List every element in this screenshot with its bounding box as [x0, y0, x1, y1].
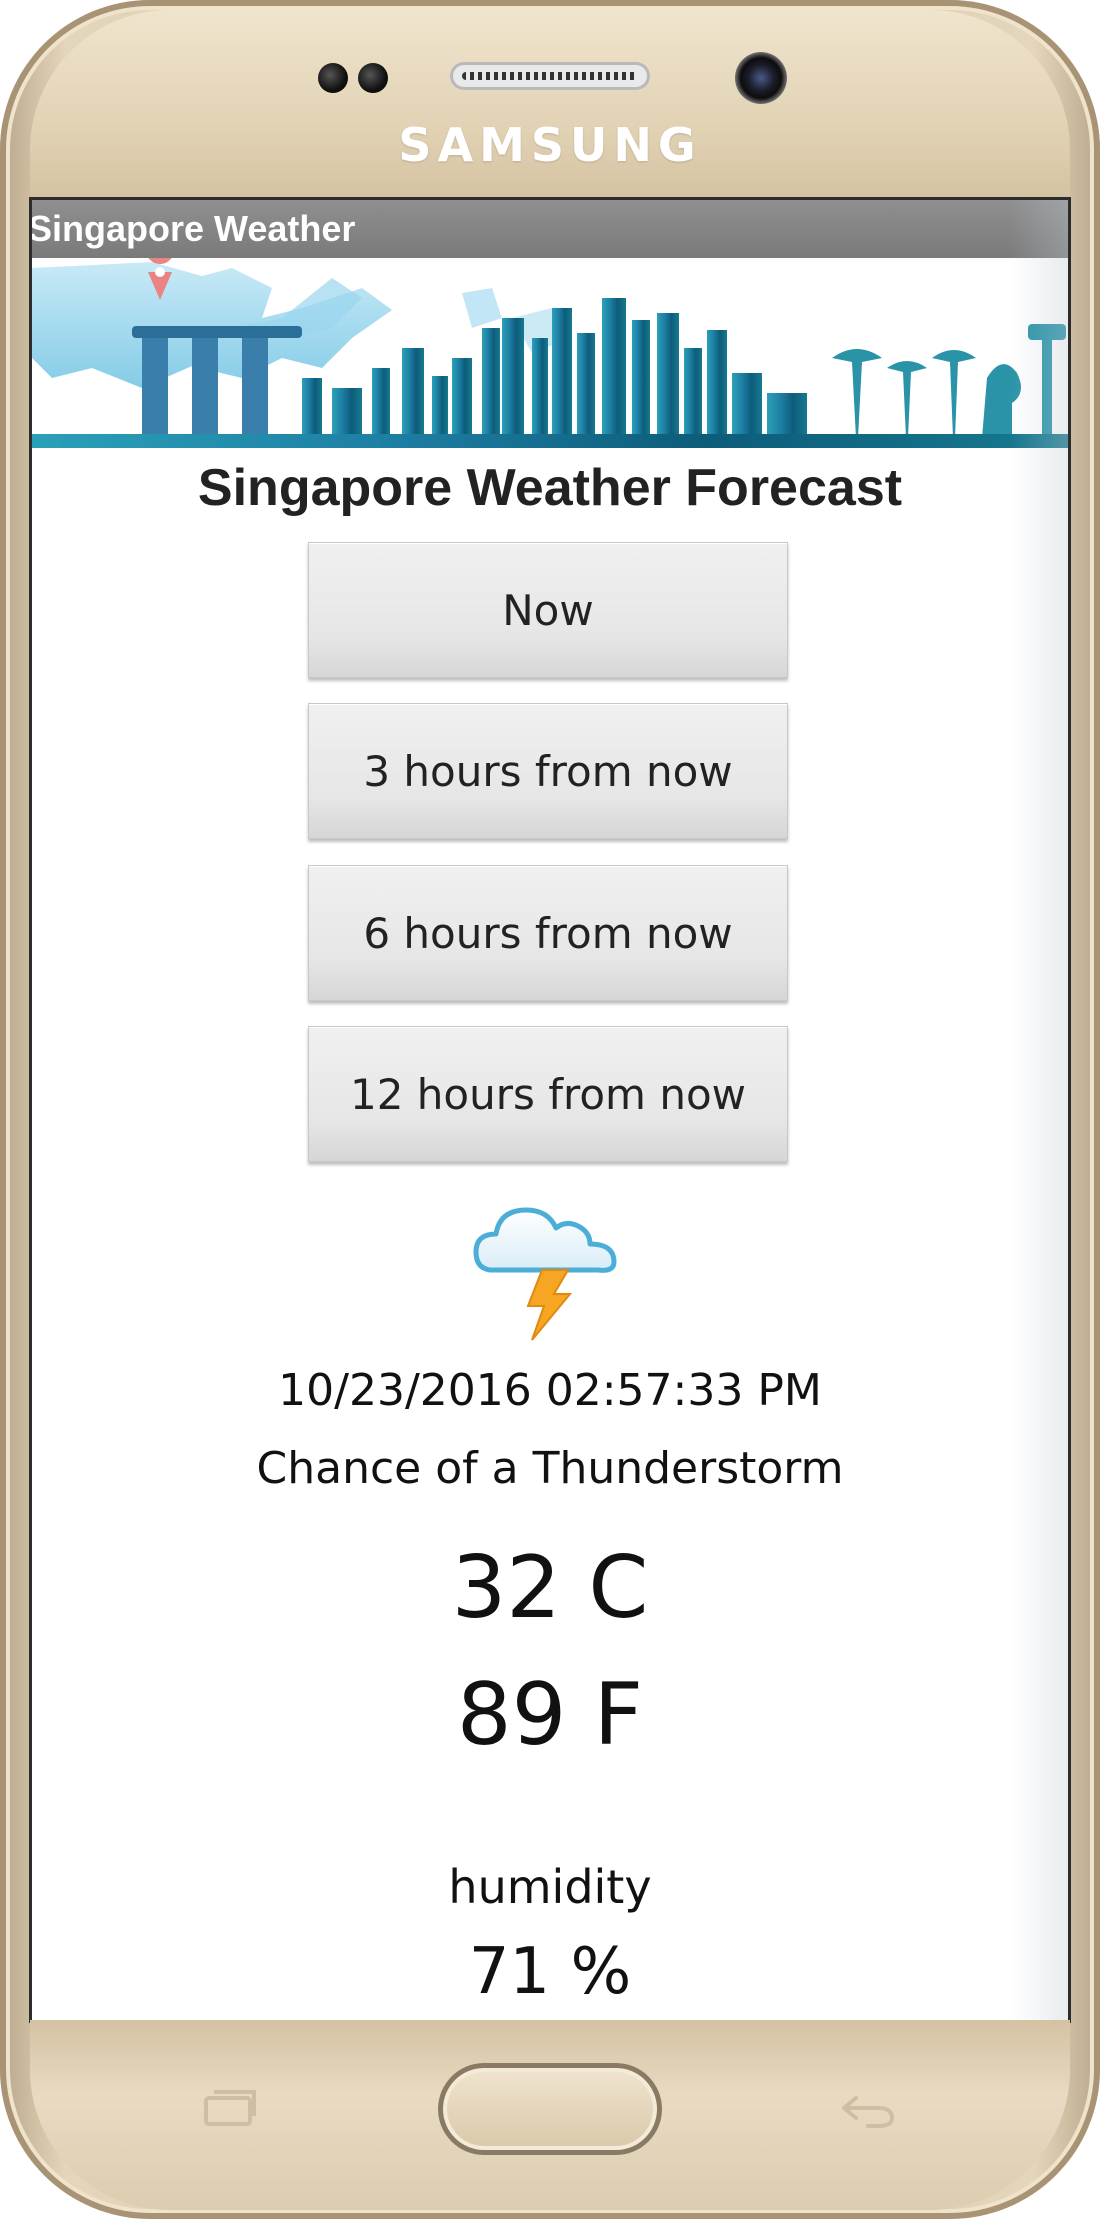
sensor-icon	[318, 63, 348, 93]
page-title: Singapore Weather Forecast	[197, 459, 903, 517]
sensor-icon	[358, 63, 388, 93]
back-icon[interactable]	[838, 2088, 898, 2128]
forecast-condition: Chance of a Thunderstorm	[256, 1443, 844, 1494]
phone-top-bezel	[30, 10, 1070, 210]
front-camera-icon	[735, 52, 787, 104]
twelve-hours-button[interactable]: 12 hours from now	[308, 1026, 788, 1162]
temperature-fahrenheit: 89 F	[456, 1665, 644, 1765]
device-brand-logo: SAMSUNG	[398, 118, 702, 172]
singapore-skyline-banner	[32, 258, 1068, 448]
thunderstorm-icon	[473, 1207, 617, 1341]
earpiece-speaker	[450, 62, 650, 90]
home-button[interactable]	[438, 2063, 662, 2155]
app-screen: Singapore Weather Singapore Weather Fore…	[32, 200, 1068, 2020]
now-button[interactable]: Now	[308, 542, 788, 678]
three-hours-button[interactable]: 3 hours from now	[308, 703, 788, 839]
humidity-value: 71 %	[468, 1935, 632, 2009]
forecast-datetime: 10/23/2016 02:57:33 PM	[278, 1365, 822, 1416]
app-title-bar: Singapore Weather	[32, 200, 1068, 258]
temperature-celsius: 32 C	[451, 1538, 649, 1638]
six-hours-button[interactable]: 6 hours from now	[308, 865, 788, 1001]
recent-apps-icon[interactable]	[200, 2088, 260, 2128]
humidity-label: humidity	[448, 1860, 652, 1914]
